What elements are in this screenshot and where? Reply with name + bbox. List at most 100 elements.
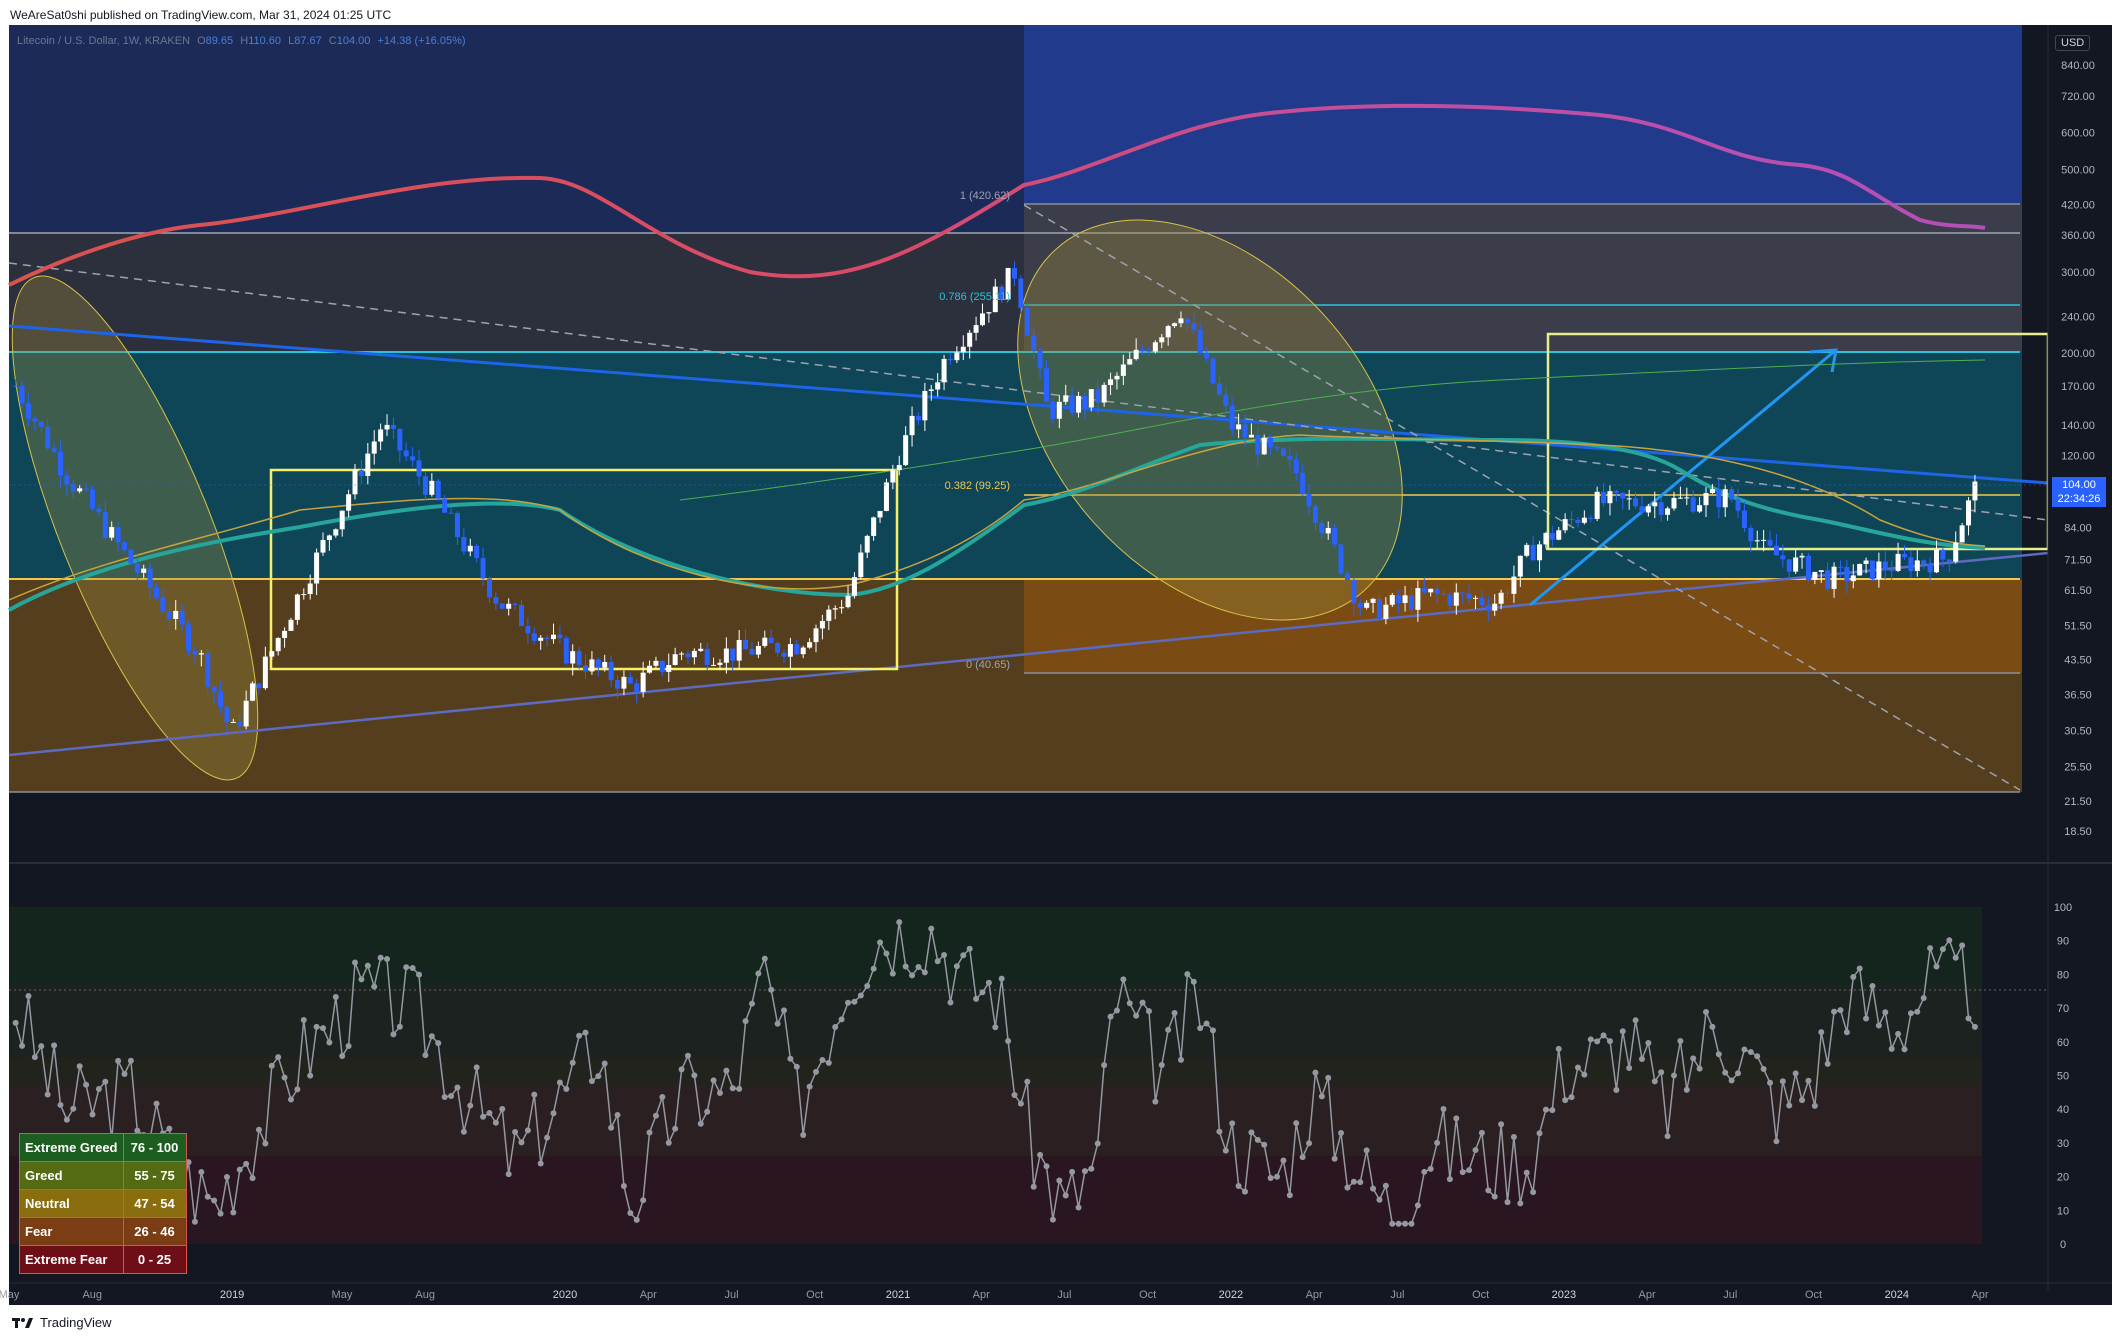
fear-greed-point [870,965,877,972]
fear-greed-point [793,1063,800,1070]
fear-greed-point [12,1019,19,1026]
fear-greed-point [300,1016,307,1023]
fear-greed-point [665,1139,672,1146]
fear-greed-point [1927,945,1934,952]
fear-greed-point [352,959,359,966]
fear-greed-point [1209,1027,1216,1034]
legend-label: Extreme Fear [19,1245,124,1274]
price-tick-label: 120.00 [2061,451,2095,463]
fear-greed-point [153,1100,160,1107]
low-value: 87.67 [294,35,322,47]
fear-greed-point [736,1085,743,1092]
price-tick-label: 30.50 [2064,726,2092,738]
fear-greed-point [1542,1106,1549,1113]
price-tick-label: 43.50 [2064,654,2092,666]
fear-greed-point [1229,1120,1236,1127]
fear-greed-point [473,1064,480,1071]
fear-greed-point [204,1193,211,1200]
fear-greed-point [1395,1220,1402,1227]
fear-greed-point [857,992,864,999]
fear-greed-point [1101,1062,1108,1069]
fear-greed-point [1754,1053,1761,1060]
fear-greed-point [544,1134,551,1141]
price-tick-label: 71.50 [2064,555,2092,567]
fear-greed-point [1811,1102,1818,1109]
candle [186,620,192,656]
fear-greed-legend: Extreme Greed 76 - 100 Greed 55 - 75 Neu… [19,1133,187,1274]
fear-greed-point [877,939,884,946]
fear-greed-point [1792,1070,1799,1077]
time-tick-label: Aug [415,1289,435,1301]
fear-greed-point [230,1209,237,1216]
fear-greed-point [1491,1193,1498,1200]
index-tick-label: 90 [2057,936,2069,948]
fear-greed-point [1946,937,1953,944]
chart-canvas[interactable]: 1 (420.62) 0.786 (255.11) 0.382 (99.25) … [0,0,2121,1339]
fear-greed-point [1427,1165,1434,1172]
index-tick-label: 80 [2057,969,2069,981]
index-tick-label: 100 [2054,902,2072,914]
fear-greed-point [384,956,391,963]
candle [499,603,505,610]
candle [1524,542,1530,558]
candle [1338,543,1344,576]
price-tick-label: 600.00 [2061,128,2095,140]
fear-greed-point [31,1054,38,1061]
time-tick-label: 2020 [553,1289,577,1301]
price-tick-label: 36.50 [2064,690,2092,702]
time-tick-label: Jul [1057,1289,1071,1301]
fear-greed-point [1139,999,1146,1006]
fear-greed-point [1235,1182,1242,1189]
close-value: 104.00 [336,35,371,47]
fear-greed-point [332,994,339,1001]
legend-range: 76 - 100 [122,1133,187,1162]
time-tick-label: 2022 [1219,1289,1243,1301]
fear-greed-point [813,1068,820,1075]
price-tick-label: 21.50 [2064,796,2092,808]
fear-greed-point [1107,1013,1114,1020]
fear-greed-point [1856,965,1863,972]
fear-greed-point [928,925,935,932]
fear-greed-point [243,1160,250,1167]
zone-layer [9,25,2022,792]
fear-greed-point [115,1057,122,1064]
fear-greed-point [287,1096,294,1103]
fear-greed-point [896,919,903,926]
fear-greed-point [1523,1169,1530,1176]
fear-greed-point [1555,1045,1562,1052]
fear-greed-point [313,1023,320,1030]
fear-greed-point [640,1197,647,1204]
fear-greed-point [1760,1066,1767,1073]
time-tick-label: Apr [973,1289,990,1301]
fear-greed-point [1152,1098,1159,1105]
fear-greed-point [652,1112,659,1119]
fear-greed-point [1632,1017,1639,1024]
fear-greed-point [217,1210,224,1217]
fear-greed-point [1459,1169,1466,1176]
fear-greed-point [569,1059,576,1066]
open-label: O [197,35,206,47]
fear-greed-point [1344,1184,1351,1191]
fear-greed-point [223,1173,230,1180]
fear-greed-point [1747,1049,1754,1056]
fear-greed-point [761,955,768,962]
fear-greed-point [729,1085,736,1092]
fear-greed-point [921,969,928,976]
change-value: +14.38 (+16.05%) [377,35,466,47]
fear-greed-point [1767,1079,1774,1086]
fear-greed-point [845,999,852,1006]
candle [1869,560,1875,582]
price-tick-label: 84.00 [2064,522,2092,534]
currency-label[interactable]: USD [2055,35,2091,51]
fear-greed-point [960,952,967,959]
fear-greed-point [70,1105,77,1112]
fear-greed-point [1318,1093,1325,1100]
fear-greed-pane [9,907,2048,1244]
price-tick-label: 720.00 [2061,91,2095,103]
fear-greed-point [1581,1071,1588,1078]
price-tick-label: 61.50 [2064,585,2092,597]
fear-greed-point [281,1074,288,1081]
fear-greed-point [1703,1009,1710,1016]
legend-row: Neutral 47 - 54 [19,1189,187,1218]
fear-greed-point [691,1072,698,1079]
